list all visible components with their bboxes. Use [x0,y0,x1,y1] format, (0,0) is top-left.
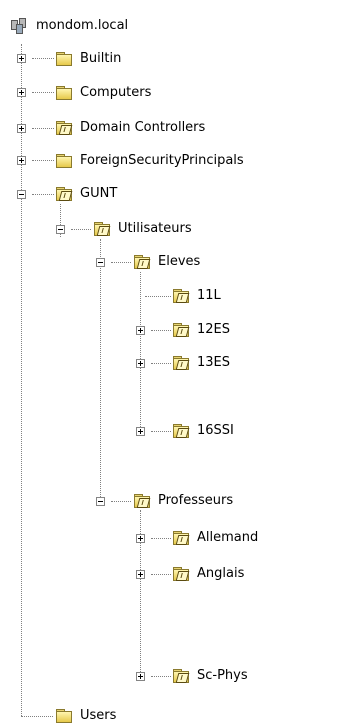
tree-connector [32,194,54,195]
tree-connector [32,160,54,161]
tree-node-16ssi[interactable]: 16SSI [172,420,236,442]
organizational-unit-icon [172,355,190,371]
tree-node-computers[interactable]: Computers [55,82,153,104]
tree-node-eleves[interactable]: Eleves [133,251,202,273]
collapse-gunt-toggle[interactable] [17,190,26,199]
tree-node-foreign-security-principals[interactable]: ForeignSecurityPrincipals [55,150,246,172]
organizational-unit-icon [55,120,73,136]
tree-node-label: ForeignSecurityPrincipals [80,153,244,168]
tree-node-label: Eleves [158,254,201,269]
tree-node-label: Builtin [80,51,122,66]
expand-foreign-principals-toggle[interactable] [17,156,26,165]
tree-node-professeurs[interactable]: Professeurs [133,490,235,512]
organizational-unit-icon [133,254,151,270]
folder-icon [55,708,73,724]
tree-node-builtin[interactable]: Builtin [55,48,123,70]
organizational-unit-icon [172,288,190,304]
organizational-unit-icon [172,530,190,546]
tree-node-label: mondom.local [36,18,129,33]
expand-16ssi-toggle[interactable] [136,427,145,436]
expand-domain-controllers-toggle[interactable] [17,124,26,133]
organizational-unit-icon [93,221,111,237]
tree-connector [32,92,54,93]
expand-sc-phys-toggle[interactable] [136,672,145,681]
tree-connector [151,330,171,331]
tree-node-label: GUNT [80,186,118,201]
tree-connector [21,716,53,717]
tree-connector [151,538,171,539]
tree-connector [111,501,131,502]
tree-node-label: Domain Controllers [80,120,206,135]
organizational-unit-icon [172,423,190,439]
tree-node-label: Anglais [197,566,245,581]
organizational-unit-icon [172,322,190,338]
tree-connector [151,431,171,432]
tree-connector [145,296,171,297]
tree-node-label: Sc-Phys [197,668,248,683]
ad-tree-view: mondom.local Builtin Computers Domain Co… [0,0,338,724]
tree-node-label: Professeurs [158,493,234,508]
tree-node-label: Allemand [197,530,259,545]
tree-node-sc-phys[interactable]: Sc-Phys [172,665,250,687]
tree-node-label: 12ES [197,322,231,337]
domain-icon [11,18,29,34]
tree-node-gunt[interactable]: GUNT [55,183,119,205]
tree-node-13es[interactable]: 13ES [172,352,232,374]
tree-connector [111,262,131,263]
tree-node-label: Users [80,708,117,723]
tree-connector [151,676,171,677]
collapse-utilisateurs-toggle[interactable] [56,225,65,234]
organizational-unit-icon [172,668,190,684]
tree-node-label: Utilisateurs [118,221,192,236]
expand-13es-toggle[interactable] [136,359,145,368]
tree-node-12es[interactable]: 12ES [172,319,232,341]
tree-node-label: 11L [197,288,221,303]
collapse-professeurs-toggle[interactable] [96,497,105,506]
tree-node-allemand[interactable]: Allemand [172,527,260,549]
tree-node-mondom-local[interactable]: mondom.local [11,15,130,37]
tree-node-11l[interactable]: 11L [172,285,223,307]
tree-connector [21,44,22,716]
tree-connector [71,229,91,230]
tree-node-label: Computers [80,85,152,100]
organizational-unit-icon [133,493,151,509]
tree-connector [151,363,171,364]
tree-node-label: 13ES [197,355,231,370]
tree-node-utilisateurs[interactable]: Utilisateurs [93,218,194,240]
folder-icon [55,51,73,67]
tree-connector [140,272,141,431]
collapse-eleves-toggle[interactable] [96,258,105,267]
tree-node-anglais[interactable]: Anglais [172,563,246,585]
expand-allemand-toggle[interactable] [136,534,145,543]
expand-anglais-toggle[interactable] [136,570,145,579]
tree-connector [151,574,171,575]
organizational-unit-icon [55,186,73,202]
expand-12es-toggle[interactable] [136,326,145,335]
tree-connector [100,239,101,501]
expand-builtin-toggle[interactable] [17,54,26,63]
tree-connector [32,58,54,59]
folder-icon [55,85,73,101]
expand-computers-toggle[interactable] [17,88,26,97]
tree-node-domain-controllers[interactable]: Domain Controllers [55,117,207,139]
organizational-unit-icon [172,566,190,582]
tree-node-label: 16SSI [197,423,234,438]
tree-connector [32,128,54,129]
folder-icon [55,153,73,169]
